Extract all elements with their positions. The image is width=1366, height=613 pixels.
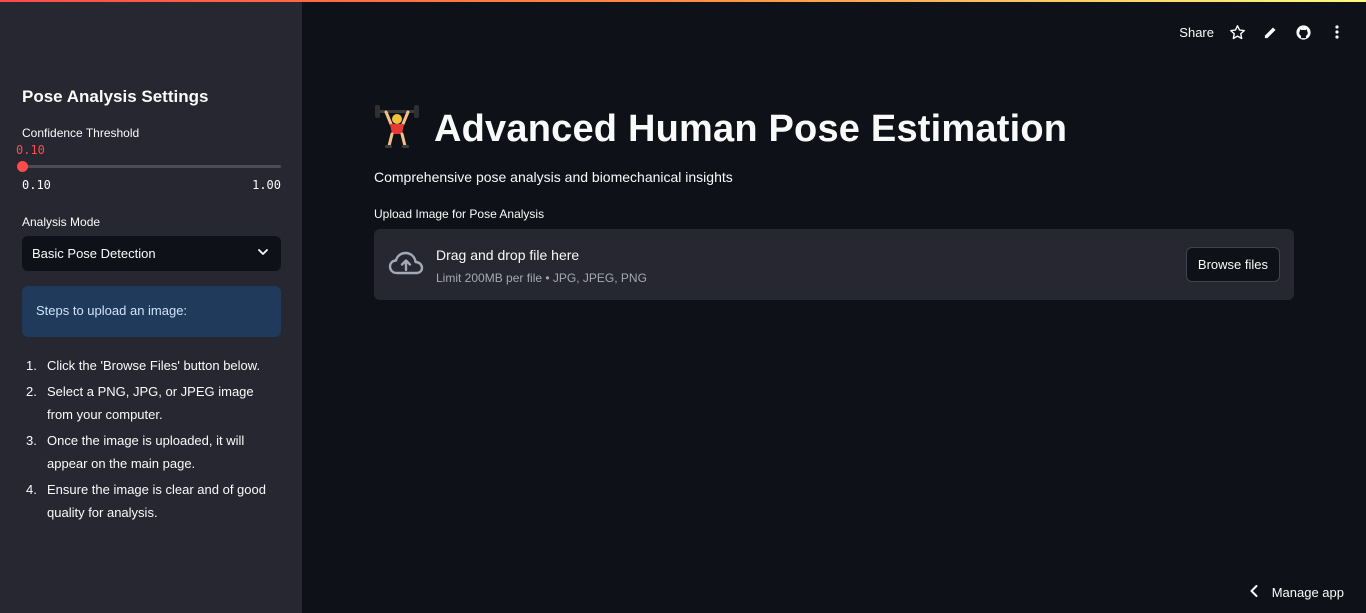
- confidence-threshold-value: 0.10: [16, 143, 45, 157]
- step-text: Select a PNG, JPG, or JPEG image from yo…: [47, 384, 254, 422]
- slider-max-label: 1.00: [252, 178, 281, 192]
- sidebar: Pose Analysis Settings Confidence Thresh…: [0, 0, 302, 613]
- step-number: 2.: [26, 384, 37, 399]
- upload-steps-list: 1. Click the 'Browse Files' button below…: [22, 354, 281, 527]
- info-text: Steps to upload an image:: [36, 303, 188, 318]
- step-number: 4.: [26, 482, 37, 497]
- star-icon[interactable]: [1228, 23, 1247, 42]
- slider-min-label: 0.10: [22, 178, 51, 192]
- step-text: Click the 'Browse Files' button below.: [47, 358, 261, 373]
- chevron-left-icon: [1250, 585, 1258, 600]
- chevron-down-icon: [257, 246, 269, 261]
- analysis-mode-label: Analysis Mode: [22, 215, 101, 229]
- pencil-icon[interactable]: [1261, 23, 1280, 42]
- sidebar-title: Pose Analysis Settings: [22, 87, 209, 106]
- confidence-threshold-slider-thumb[interactable]: [16, 161, 28, 172]
- header-actions: Share: [1179, 22, 1346, 42]
- page-title-text: Advanced Human Pose Estimation: [434, 108, 1068, 150]
- step-text: Ensure the image is clear and of good qu…: [47, 482, 266, 520]
- confidence-threshold-slider-track[interactable]: [22, 165, 281, 168]
- upload-steps-info-box: Steps to upload an image:: [22, 286, 281, 337]
- list-item: 3. Once the image is uploaded, it will a…: [22, 429, 281, 475]
- manage-app-label: Manage app: [1271, 585, 1344, 600]
- top-decoration-bar: [0, 0, 1366, 2]
- page-subtitle: Comprehensive pose analysis and biomecha…: [374, 169, 733, 185]
- list-item: 1. Click the 'Browse Files' button below…: [22, 354, 281, 377]
- confidence-threshold-label: Confidence Threshold: [22, 126, 140, 140]
- browse-files-button[interactable]: Browse files: [1185, 247, 1280, 282]
- more-vertical-icon[interactable]: [1327, 23, 1346, 42]
- list-item: 2. Select a PNG, JPG, or JPEG image from…: [22, 380, 281, 426]
- analysis-mode-value: Basic Pose Detection: [32, 246, 156, 261]
- share-button[interactable]: Share: [1179, 25, 1214, 40]
- analysis-mode-select[interactable]: Basic Pose Detection: [22, 236, 281, 271]
- page-title: Advanced Human Pose Estimation: [374, 104, 1067, 155]
- list-item: 4. Ensure the image is clear and of good…: [22, 478, 281, 524]
- file-dropzone[interactable]: Drag and drop file here Limit 200MB per …: [374, 229, 1294, 300]
- upload-label: Upload Image for Pose Analysis: [374, 207, 545, 221]
- cloud-upload-icon: [388, 250, 424, 283]
- github-icon[interactable]: [1294, 23, 1313, 42]
- dropzone-instructions: Drag and drop file here: [436, 247, 580, 263]
- manage-app-button[interactable]: Manage app: [1250, 585, 1344, 600]
- step-number: 3.: [26, 433, 37, 448]
- step-number: 1.: [26, 358, 37, 373]
- dropzone-limit-text: Limit 200MB per file • JPG, JPEG, PNG: [436, 271, 647, 285]
- step-text: Once the image is uploaded, it will appe…: [47, 433, 245, 471]
- weightlifter-icon: [374, 104, 420, 155]
